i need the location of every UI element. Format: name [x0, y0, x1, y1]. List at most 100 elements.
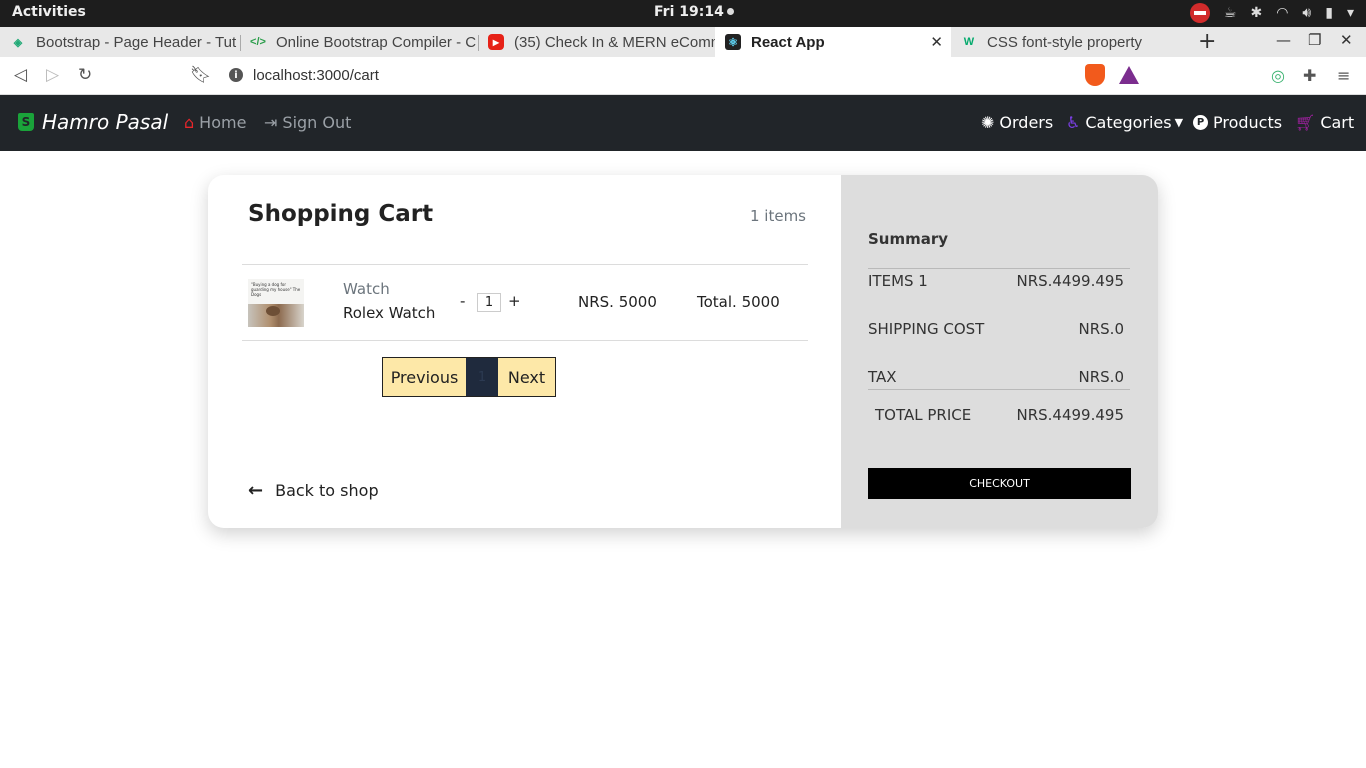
system-menu-chevron-icon[interactable]: ▾	[1347, 5, 1354, 21]
summary-label: TOTAL PRICE	[875, 406, 972, 424]
new-tab-button[interactable]: +	[1198, 29, 1216, 54]
app-navbar: S Hamro Pasal ⌂ Home ⇥ Sign Out ✺ Orders…	[0, 95, 1366, 151]
nav-orders-label: Orders	[999, 113, 1054, 132]
brand-link[interactable]: S Hamro Pasal	[18, 110, 168, 134]
nav-categories-label: Categories	[1085, 113, 1172, 132]
url-text: localhost:3000/cart	[253, 66, 379, 84]
site-info-icon[interactable]: i	[229, 68, 243, 82]
react-favicon-icon: ⚛	[725, 34, 741, 50]
close-tab-icon[interactable]: ✕	[930, 33, 943, 51]
youtube-favicon-icon: ▶	[488, 34, 504, 50]
battery-icon[interactable]: ▮	[1325, 5, 1333, 21]
do-not-disturb-icon[interactable]	[1189, 3, 1210, 23]
cup-icon[interactable]: ☕	[1224, 5, 1237, 21]
nav-home[interactable]: ⌂ Home	[184, 113, 246, 132]
bluetooth-icon[interactable]: ✱	[1250, 5, 1262, 21]
divider	[242, 264, 808, 265]
page-title: Shopping Cart	[248, 201, 434, 227]
summary-label: SHIPPING COST	[868, 320, 985, 338]
brave-rewards-icon[interactable]	[1119, 66, 1139, 84]
system-tray: ☕ ✱ ◠ 🔊︎ ▮ ▾	[1189, 3, 1354, 23]
cart-card: Shopping Cart 1 items "Buying a dog for …	[208, 175, 1158, 528]
activities-button[interactable]: Activities	[12, 4, 86, 20]
nav-products-label: Products	[1213, 113, 1283, 132]
brave-icons	[1085, 64, 1139, 86]
wifi-icon[interactable]: ◠	[1276, 5, 1288, 21]
desktop-top-bar: Activities Fri 19:14 ☕ ✱ ◠ 🔊︎ ▮ ▾	[0, 0, 1366, 27]
browser-tab[interactable]: W CSS font-style property	[951, 27, 1187, 57]
summary-label: ITEMS 1	[868, 272, 928, 290]
back-to-shop-link[interactable]: ← Back to shop	[248, 480, 379, 501]
current-page-button[interactable]: 1	[466, 358, 498, 396]
summary-value: NRS.0	[1078, 320, 1124, 338]
nav-products[interactable]: P Products	[1193, 113, 1282, 132]
bootstrap-favicon-icon: ◈	[13, 36, 23, 49]
product-total: Total. 5000	[697, 293, 780, 311]
summary-label: TAX	[868, 368, 897, 386]
increase-quantity-button[interactable]: +	[508, 292, 521, 310]
product-image[interactable]: "Buying a dog for guarding my house" The…	[248, 279, 304, 327]
nav-sign-out-label: Sign Out	[282, 113, 352, 132]
w3schools-favicon-icon: W	[963, 36, 975, 48]
divider	[868, 268, 1130, 269]
volume-icon[interactable]: 🔊︎	[1302, 5, 1311, 21]
browser-tab[interactable]: ▶ (35) Check In & MERN eComm	[478, 27, 715, 57]
minimize-icon[interactable]: —	[1276, 31, 1291, 49]
summary-panel: Summary ITEMS 1 NRS.4499.495 SHIPPING CO…	[841, 175, 1158, 528]
brave-shields-icon[interactable]	[1085, 64, 1105, 86]
browser-tab[interactable]: </> Online Bootstrap Compiler - C	[240, 27, 478, 57]
previous-page-button[interactable]: Previous	[383, 358, 466, 396]
nav-cart-label: Cart	[1320, 113, 1355, 132]
nav-categories-dropdown[interactable]: ♿ Categories ▼	[1066, 113, 1183, 132]
chevron-down-icon: ▼	[1174, 116, 1184, 129]
nav-cart[interactable]: 🛒︎ Cart	[1295, 113, 1354, 132]
reload-icon[interactable]: ↻	[78, 65, 92, 85]
tab-title: Online Bootstrap Compiler - C	[276, 33, 477, 51]
categories-icon: ♿	[1066, 113, 1081, 132]
restore-icon[interactable]: ❐	[1308, 31, 1321, 49]
summary-title: Summary	[868, 230, 949, 248]
extension-icon[interactable]: ◎	[1271, 66, 1285, 85]
home-icon: ⌂	[184, 113, 195, 132]
clock-text: Fri 19:14	[654, 4, 724, 20]
address-bar[interactable]: i localhost:3000/cart	[219, 60, 1147, 90]
bookmark-icon[interactable]: 🔖︎	[190, 65, 212, 85]
nav-home-label: Home	[199, 113, 247, 132]
notification-dot-icon	[726, 8, 734, 15]
browser-toolbar: ◁ ▷ ↻ 🔖︎ i localhost:3000/cart ◎ ✚ ≡	[0, 57, 1366, 95]
nav-orders[interactable]: ✺ Orders	[981, 113, 1053, 132]
tab-title: React App	[751, 33, 825, 51]
sign-out-icon: ⇥	[264, 113, 278, 132]
summary-value: NRS.4499.495	[1016, 406, 1124, 424]
tab-title: Bootstrap - Page Header - Tut	[36, 33, 237, 51]
back-icon[interactable]: ◁	[14, 65, 27, 85]
browser-tab-active[interactable]: ⚛ React App ✕	[715, 27, 951, 57]
dog-photo	[248, 304, 304, 327]
products-icon: P	[1193, 115, 1208, 130]
summary-value: NRS.4499.495	[1016, 272, 1124, 290]
product-name: Rolex Watch	[343, 304, 436, 322]
shopify-bag-icon: S	[18, 113, 34, 131]
decrease-quantity-button[interactable]: -	[460, 292, 465, 310]
clock[interactable]: Fri 19:14	[654, 4, 734, 20]
tab-title: CSS font-style property	[987, 33, 1143, 51]
next-page-button[interactable]: Next	[498, 358, 555, 396]
forward-icon[interactable]: ▷	[46, 65, 59, 85]
pagination: Previous 1 Next	[382, 357, 556, 397]
arrow-left-icon: ←	[248, 480, 264, 501]
browser-tab-strip: ◈ Bootstrap - Page Header - Tut </> Onli…	[0, 27, 1366, 57]
tab-title: (35) Check In & MERN eComm	[514, 33, 715, 51]
summary-value: NRS.0	[1078, 368, 1124, 386]
divider	[242, 340, 808, 341]
item-count: 1 items	[749, 207, 806, 225]
cart-icon: 🛒︎	[1295, 113, 1316, 132]
checkout-button[interactable]: CHECKOUT	[868, 468, 1131, 499]
browser-menu-icon[interactable]: ≡	[1337, 66, 1350, 85]
orders-icon: ✺	[981, 113, 995, 132]
quantity-field[interactable]: 1	[477, 293, 501, 312]
browser-tab[interactable]: ◈ Bootstrap - Page Header - Tut	[0, 27, 240, 57]
nav-sign-out[interactable]: ⇥ Sign Out	[264, 113, 351, 132]
extensions-puzzle-icon[interactable]: ✚	[1303, 66, 1316, 85]
close-window-icon[interactable]: ✕	[1340, 31, 1353, 49]
product-price: NRS. 5000	[578, 293, 657, 311]
